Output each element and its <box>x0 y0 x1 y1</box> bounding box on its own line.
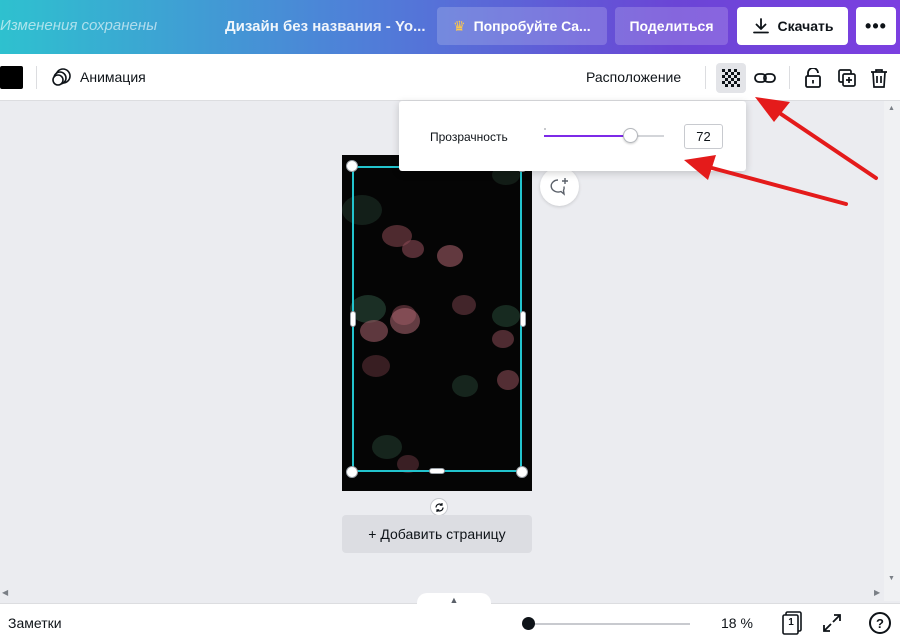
slider-min-marker <box>544 128 546 130</box>
comment-plus-icon <box>550 177 568 196</box>
lock-button[interactable] <box>798 63 828 93</box>
transparency-popup: Прозрачность 72 <box>399 101 746 171</box>
arrange-button[interactable]: Расположение <box>586 69 681 85</box>
toolbar-divider <box>705 66 706 89</box>
notes-button[interactable]: Заметки <box>8 615 62 631</box>
bottom-bar: ▲ Заметки 18 % 1 ? <box>0 593 900 641</box>
download-icon <box>752 18 769 34</box>
resize-handle-bottom[interactable] <box>429 468 445 474</box>
toolbar-divider <box>36 66 37 89</box>
resize-handle-top-left[interactable] <box>346 160 358 172</box>
download-label: Скачать <box>777 18 834 34</box>
scroll-up-icon[interactable]: ▲ <box>888 105 895 112</box>
try-pro-label: Попробуйте Ca... <box>473 18 591 34</box>
share-button[interactable]: Поделиться <box>615 7 728 45</box>
download-button[interactable]: Скачать <box>737 7 848 45</box>
selection-frame <box>352 166 522 472</box>
zoom-slider-thumb[interactable] <box>522 617 535 630</box>
transparency-icon <box>722 69 740 87</box>
transparency-slider[interactable] <box>544 128 664 143</box>
resize-handle-right[interactable] <box>520 311 526 327</box>
resize-handle-left[interactable] <box>350 311 356 327</box>
transparency-button[interactable] <box>716 63 746 93</box>
resize-handle-bottom-right[interactable] <box>516 466 528 478</box>
animation-button[interactable]: Анимация <box>80 69 146 85</box>
more-options-button[interactable]: ••• <box>856 7 896 45</box>
delete-button[interactable] <box>864 63 894 93</box>
slider-thumb[interactable] <box>623 128 639 143</box>
transparency-value-input[interactable]: 72 <box>684 124 723 149</box>
try-pro-button[interactable]: ♛ Попробуйте Ca... <box>437 7 607 45</box>
annotation-arrow <box>755 97 878 180</box>
duplicate-button[interactable] <box>832 63 862 93</box>
toolbar-divider <box>789 66 790 89</box>
trash-icon <box>871 69 887 88</box>
add-page-button[interactable]: + Добавить страницу <box>342 515 532 553</box>
help-button[interactable]: ? <box>869 612 891 634</box>
rotate-handle[interactable] <box>430 498 448 516</box>
zoom-slider[interactable] <box>528 623 690 625</box>
duplicate-icon <box>838 69 856 87</box>
top-header: Изменения сохранены Дизайн без названия … <box>0 0 900 54</box>
element-toolbar: Анимация Расположение <box>0 54 900 101</box>
vertical-scrollbar[interactable]: ▲ ▼ <box>884 101 900 601</box>
scroll-down-icon[interactable]: ▼ <box>888 575 895 582</box>
color-swatch[interactable] <box>0 66 23 89</box>
unlock-icon <box>805 68 821 88</box>
scroll-left-icon[interactable]: ◀ <box>2 588 8 597</box>
crown-icon: ♛ <box>453 17 466 34</box>
chevron-up-icon[interactable]: ▲ <box>417 593 491 607</box>
link-icon <box>754 73 776 83</box>
rotate-icon <box>434 502 444 512</box>
link-button[interactable] <box>750 63 780 93</box>
fullscreen-icon[interactable] <box>822 613 842 633</box>
scroll-right-icon[interactable]: ▶ <box>874 588 880 597</box>
zoom-level[interactable]: 18 % <box>721 615 753 631</box>
slider-fill <box>544 135 631 137</box>
page-count: 1 <box>788 617 794 628</box>
add-comment-button[interactable] <box>540 167 579 206</box>
document-title[interactable]: Дизайн без названия - Yo... <box>225 18 426 35</box>
transparency-label: Прозрачность <box>430 130 508 144</box>
animation-icon[interactable] <box>52 67 72 87</box>
save-status: Изменения сохранены <box>0 17 158 34</box>
resize-handle-bottom-left[interactable] <box>346 466 358 478</box>
